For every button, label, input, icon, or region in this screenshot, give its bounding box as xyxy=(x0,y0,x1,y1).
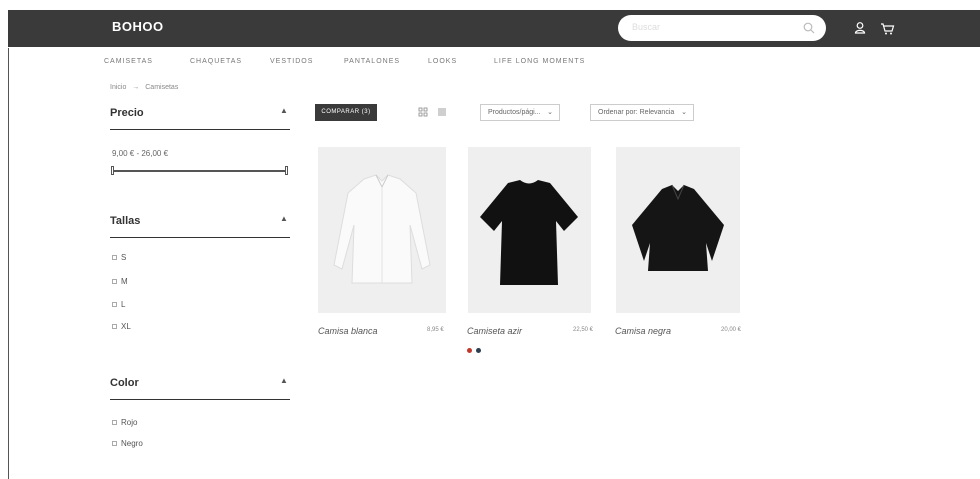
size-option-m[interactable]: M xyxy=(112,277,128,286)
compare-button[interactable]: COMPARAR (3) xyxy=(315,104,377,121)
search-placeholder: Buscar xyxy=(632,22,661,32)
search-input[interactable]: Buscar xyxy=(618,15,826,41)
user-icon[interactable] xyxy=(851,19,869,37)
size-option-xl[interactable]: XL xyxy=(112,322,131,331)
sort-value: Ordenar por: Relevancia xyxy=(598,109,675,116)
product-image-black-cropped-shirt[interactable] xyxy=(616,147,740,313)
filter-title-price[interactable]: Precio xyxy=(110,107,144,119)
product-name[interactable]: Camisa negra xyxy=(615,326,671,336)
category-camisetas[interactable]: CAMISETAS xyxy=(104,58,153,65)
cart-icon[interactable] xyxy=(878,19,896,37)
price-slider-min-handle[interactable] xyxy=(111,166,114,175)
sort-select[interactable]: Ordenar por: Relevancia ⌄ xyxy=(590,104,694,121)
checkbox[interactable] xyxy=(112,420,117,425)
chevron-down-icon: ⌄ xyxy=(681,109,687,116)
page-left-rule xyxy=(8,48,9,479)
checkbox[interactable] xyxy=(112,255,117,260)
brand-logo[interactable]: BOHOO xyxy=(112,19,164,34)
checkbox[interactable] xyxy=(112,441,117,446)
category-chaquetas[interactable]: CHAQUETAS xyxy=(190,58,242,65)
color-swatch-navy[interactable] xyxy=(476,348,481,353)
filter-title-sizes[interactable]: Tallas xyxy=(110,215,140,227)
top-header: BOHOO Buscar xyxy=(8,10,980,47)
category-life-long-moments[interactable]: LIFE LONG MOMENTS xyxy=(494,58,585,65)
color-swatch-red[interactable] xyxy=(467,348,472,353)
product-name[interactable]: Camisa blanca xyxy=(318,326,378,336)
product-price: 22,50 € xyxy=(573,327,594,333)
black-cropped-shirt-icon xyxy=(632,184,724,271)
chevron-down-icon: ⌄ xyxy=(547,109,553,116)
category-vestidos[interactable]: VESTIDOS xyxy=(270,58,313,65)
filter-divider xyxy=(110,129,290,130)
checkbox[interactable] xyxy=(112,302,117,307)
breadcrumb-separator: → xyxy=(132,84,140,91)
product-image-white-shirt[interactable] xyxy=(318,147,446,313)
price-range-label: 9,00 € - 26,00 € xyxy=(112,149,169,158)
products-per-page-select[interactable]: Productos/pági... ⌄ xyxy=(480,104,560,121)
filter-divider xyxy=(110,399,290,400)
grid-view-icon[interactable] xyxy=(418,107,428,117)
color-option-rojo[interactable]: Rojo xyxy=(112,418,137,427)
checkbox[interactable] xyxy=(112,279,117,284)
checkbox[interactable] xyxy=(112,324,117,329)
price-slider-max-handle[interactable] xyxy=(285,166,288,175)
size-option-s[interactable]: S xyxy=(112,253,126,262)
collapse-caret-icon[interactable]: ▲ xyxy=(280,214,288,223)
breadcrumb-current: Camisetas xyxy=(145,84,179,91)
filter-title-color[interactable]: Color xyxy=(110,377,139,389)
category-pantalones[interactable]: PANTALONES xyxy=(344,58,400,65)
price-slider-track[interactable] xyxy=(113,170,287,172)
breadcrumb-home[interactable]: Inicio xyxy=(110,84,126,91)
black-tshirt-icon xyxy=(480,180,578,285)
collapse-caret-icon[interactable]: ▲ xyxy=(280,376,288,385)
size-option-l[interactable]: L xyxy=(112,300,125,309)
product-name[interactable]: Camiseta azir xyxy=(467,326,522,336)
list-view-icon[interactable] xyxy=(437,107,447,117)
product-image-black-tshirt[interactable] xyxy=(468,147,591,313)
search-icon[interactable] xyxy=(802,21,816,35)
white-shirt-icon xyxy=(333,174,431,284)
collapse-caret-icon[interactable]: ▲ xyxy=(280,106,288,115)
product-price: 8,95 € xyxy=(427,327,444,333)
category-looks[interactable]: LOOKS xyxy=(428,58,457,65)
filter-divider xyxy=(110,237,290,238)
breadcrumb: Inicio → Camisetas xyxy=(110,84,182,91)
color-option-negro[interactable]: Negro xyxy=(112,439,143,448)
products-per-page-value: Productos/pági... xyxy=(488,109,541,116)
product-price: 20,00 € xyxy=(721,327,742,333)
